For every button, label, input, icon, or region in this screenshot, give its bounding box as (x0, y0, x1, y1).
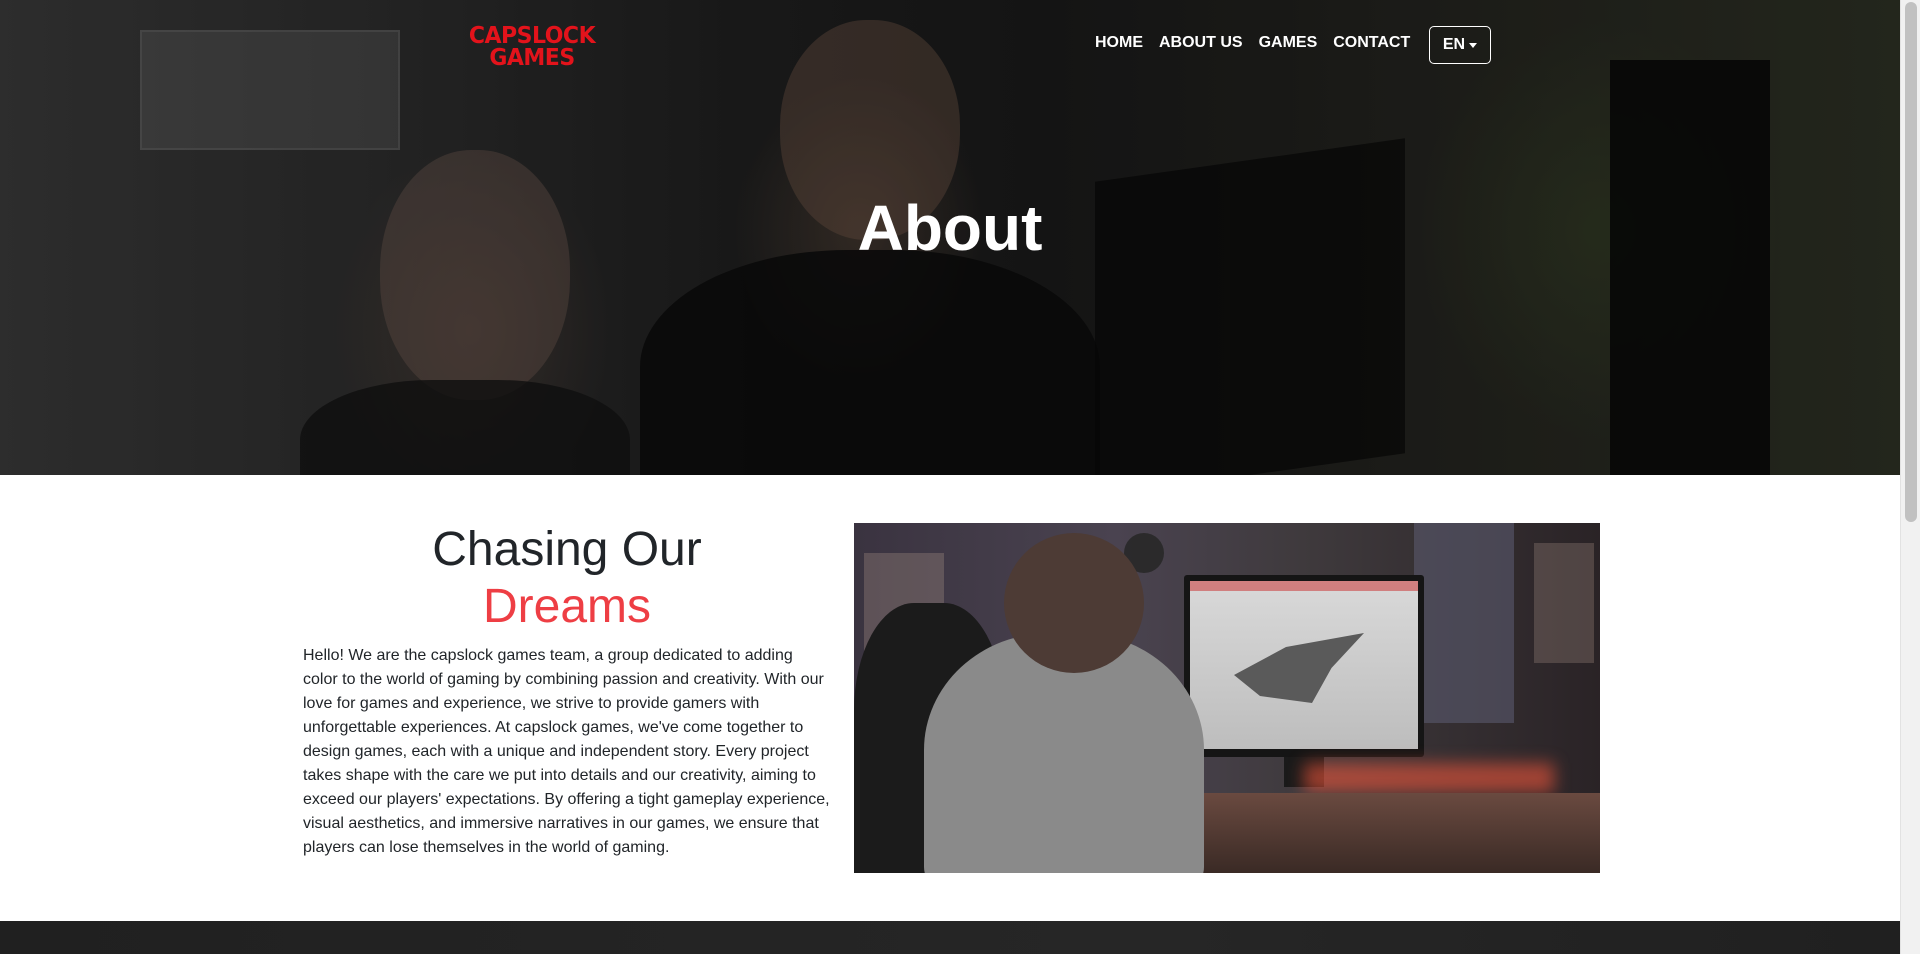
nav-home[interactable]: HOME (1095, 34, 1143, 52)
main-nav: HOME ABOUT US GAMES CONTACT (1095, 34, 1426, 52)
page-scrollbar[interactable] (1900, 0, 1920, 954)
about-heading: Chasing Our Dreams (303, 521, 831, 635)
nav-contact[interactable]: CONTACT (1333, 34, 1410, 52)
team-photo (854, 523, 1600, 873)
nav-games[interactable]: GAMES (1259, 34, 1318, 52)
photo-desk-glow (1304, 763, 1554, 793)
capslock-games-logo[interactable]: CAPSLOCK GAMES (462, 22, 602, 72)
scrollbar-thumb[interactable] (1905, 2, 1917, 522)
about-heading-line-2: Dreams (482, 580, 652, 633)
photo-wall-art-right (1534, 543, 1594, 663)
navbar: CAPSLOCK GAMES HOME ABOUT US GAMES CONTA… (0, 0, 1900, 90)
about-paragraph: Hello! We are the capslock games team, a… (303, 647, 830, 856)
logo-line-2: GAMES (489, 44, 575, 72)
photo-person-head (1004, 533, 1144, 673)
nav-about-us[interactable]: ABOUT US (1159, 34, 1243, 52)
about-section: Chasing Our Dreams Hello! We are the cap… (0, 475, 1900, 921)
language-dropdown-button[interactable]: EN (1429, 26, 1491, 64)
about-heading-line-1: Chasing Our (432, 523, 702, 576)
photo-window (1414, 523, 1514, 723)
chevron-down-icon (1469, 43, 1478, 48)
language-selected: EN (1442, 36, 1466, 53)
page-title: About (857, 192, 1043, 264)
hero-banner: CAPSLOCK GAMES HOME ABOUT US GAMES CONTA… (0, 0, 1900, 475)
photo-monitor-toolbar (1190, 581, 1418, 591)
footer-strip (0, 921, 1900, 954)
logo-line-1: CAPSLOCK (468, 22, 596, 50)
